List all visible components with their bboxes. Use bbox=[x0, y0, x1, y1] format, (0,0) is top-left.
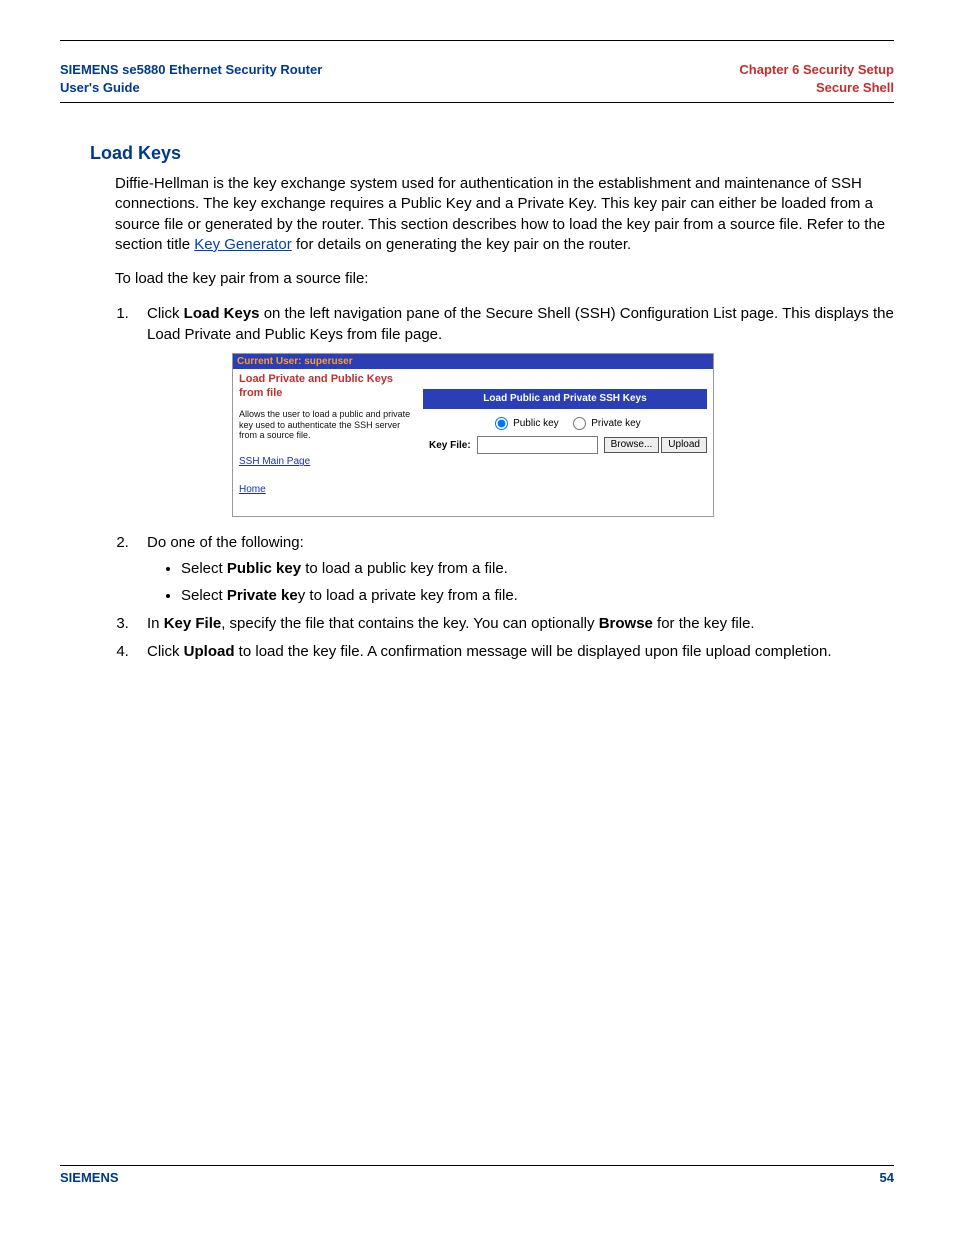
header-left: SIEMENS se5880 Ethernet Security Router … bbox=[60, 61, 322, 96]
ss-panel-title: Load Public and Private SSH Keys bbox=[423, 389, 707, 409]
step2b1-bold: Public key bbox=[227, 560, 301, 577]
step2b2-bold: Private ke bbox=[227, 587, 298, 604]
ss-public-label: Public key bbox=[513, 418, 559, 429]
ss-current-user: Current User: superuser bbox=[233, 354, 713, 370]
footer-brand: SIEMENS bbox=[60, 1170, 119, 1185]
step1-pre: Click bbox=[147, 305, 184, 322]
step3-pre: In bbox=[147, 615, 164, 632]
header-section: Secure Shell bbox=[739, 79, 894, 97]
step1-bold: Load Keys bbox=[184, 305, 260, 322]
ss-public-radio[interactable] bbox=[495, 417, 508, 430]
key-generator-link[interactable]: Key Generator bbox=[194, 236, 292, 253]
step-1: Click Load Keys on the left navigation p… bbox=[133, 304, 894, 517]
ss-keyfile-label: Key File: bbox=[429, 439, 471, 453]
ss-left-desc: Allows the user to load a public and pri… bbox=[239, 409, 417, 441]
step2b1-pre: Select bbox=[181, 560, 227, 577]
upload-button[interactable]: Upload bbox=[661, 437, 707, 453]
step3-post: for the key file. bbox=[653, 615, 755, 632]
step4-pre: Click bbox=[147, 643, 184, 660]
ss-link-home[interactable]: Home bbox=[239, 483, 417, 497]
header-product: SIEMENS se5880 Ethernet Security Router bbox=[60, 61, 322, 79]
footer-row: SIEMENS 54 bbox=[60, 1166, 894, 1185]
header-guide: User's Guide bbox=[60, 79, 322, 97]
ss-left-title: Load Private and Public Keys from file bbox=[239, 373, 417, 401]
step2-bullet-1: Select Public key to load a public key f… bbox=[181, 559, 894, 579]
step1-post: on the left navigation pane of the Secur… bbox=[147, 305, 894, 342]
header-chapter: Chapter 6 Security Setup bbox=[739, 61, 894, 79]
step2b2-pre: Select bbox=[181, 587, 227, 604]
step3-bold2: Browse bbox=[599, 615, 653, 632]
header-rule-bottom bbox=[60, 102, 894, 103]
browse-button[interactable]: Browse... bbox=[604, 437, 660, 453]
footer-page-number: 54 bbox=[880, 1170, 894, 1185]
step-2: Do one of the following: Select Public k… bbox=[133, 533, 894, 606]
ss-body: Load Private and Public Keys from file A… bbox=[233, 369, 713, 516]
ss-private-radio[interactable] bbox=[573, 417, 586, 430]
ss-keyfile-input[interactable] bbox=[477, 436, 598, 454]
steps-list: Click Load Keys on the left navigation p… bbox=[115, 304, 894, 662]
page-footer: SIEMENS 54 bbox=[60, 1165, 894, 1185]
header-right: Chapter 6 Security Setup Secure Shell bbox=[739, 61, 894, 96]
step4-bold: Upload bbox=[184, 643, 235, 660]
ss-radio-row: Public key Private key bbox=[423, 409, 713, 437]
step3-mid: , specify the file that contains the key… bbox=[221, 615, 598, 632]
step4-post: to load the key file. A confirmation mes… bbox=[235, 643, 832, 660]
ss-public-option[interactable]: Public key bbox=[495, 418, 558, 429]
ss-private-option[interactable]: Private key bbox=[573, 418, 640, 429]
lead-text: To load the key pair from a source file: bbox=[115, 269, 889, 289]
step3-bold1: Key File bbox=[164, 615, 222, 632]
ss-keyfile-row: Key File: Browse... Upload bbox=[423, 436, 713, 460]
intro-paragraph: Diffie-Hellman is the key exchange syste… bbox=[115, 174, 889, 255]
step2b1-post: to load a public key from a file. bbox=[301, 560, 508, 577]
ss-link-ssh-main[interactable]: SSH Main Page bbox=[239, 455, 417, 469]
step-4: Click Upload to load the key file. A con… bbox=[133, 642, 894, 662]
step2b2-post: y to load a private key from a file. bbox=[298, 587, 518, 604]
page-header: SIEMENS se5880 Ethernet Security Router … bbox=[60, 41, 894, 102]
embedded-screenshot: Current User: superuser Load Private and… bbox=[232, 353, 714, 517]
section-title: Load Keys bbox=[90, 143, 894, 164]
page: SIEMENS se5880 Ethernet Security Router … bbox=[0, 0, 954, 1235]
step-3: In Key File, specify the file that conta… bbox=[133, 614, 894, 634]
ss-left-panel: Load Private and Public Keys from file A… bbox=[233, 369, 423, 516]
step2-bullet-2: Select Private key to load a private key… bbox=[181, 586, 894, 606]
step2-bullets: Select Public key to load a public key f… bbox=[171, 559, 894, 606]
ss-right-panel: Load Public and Private SSH Keys Public … bbox=[423, 369, 713, 516]
intro-post: for details on generating the key pair o… bbox=[292, 236, 631, 253]
ss-private-label: Private key bbox=[591, 418, 640, 429]
step2-intro: Do one of the following: bbox=[147, 534, 304, 551]
